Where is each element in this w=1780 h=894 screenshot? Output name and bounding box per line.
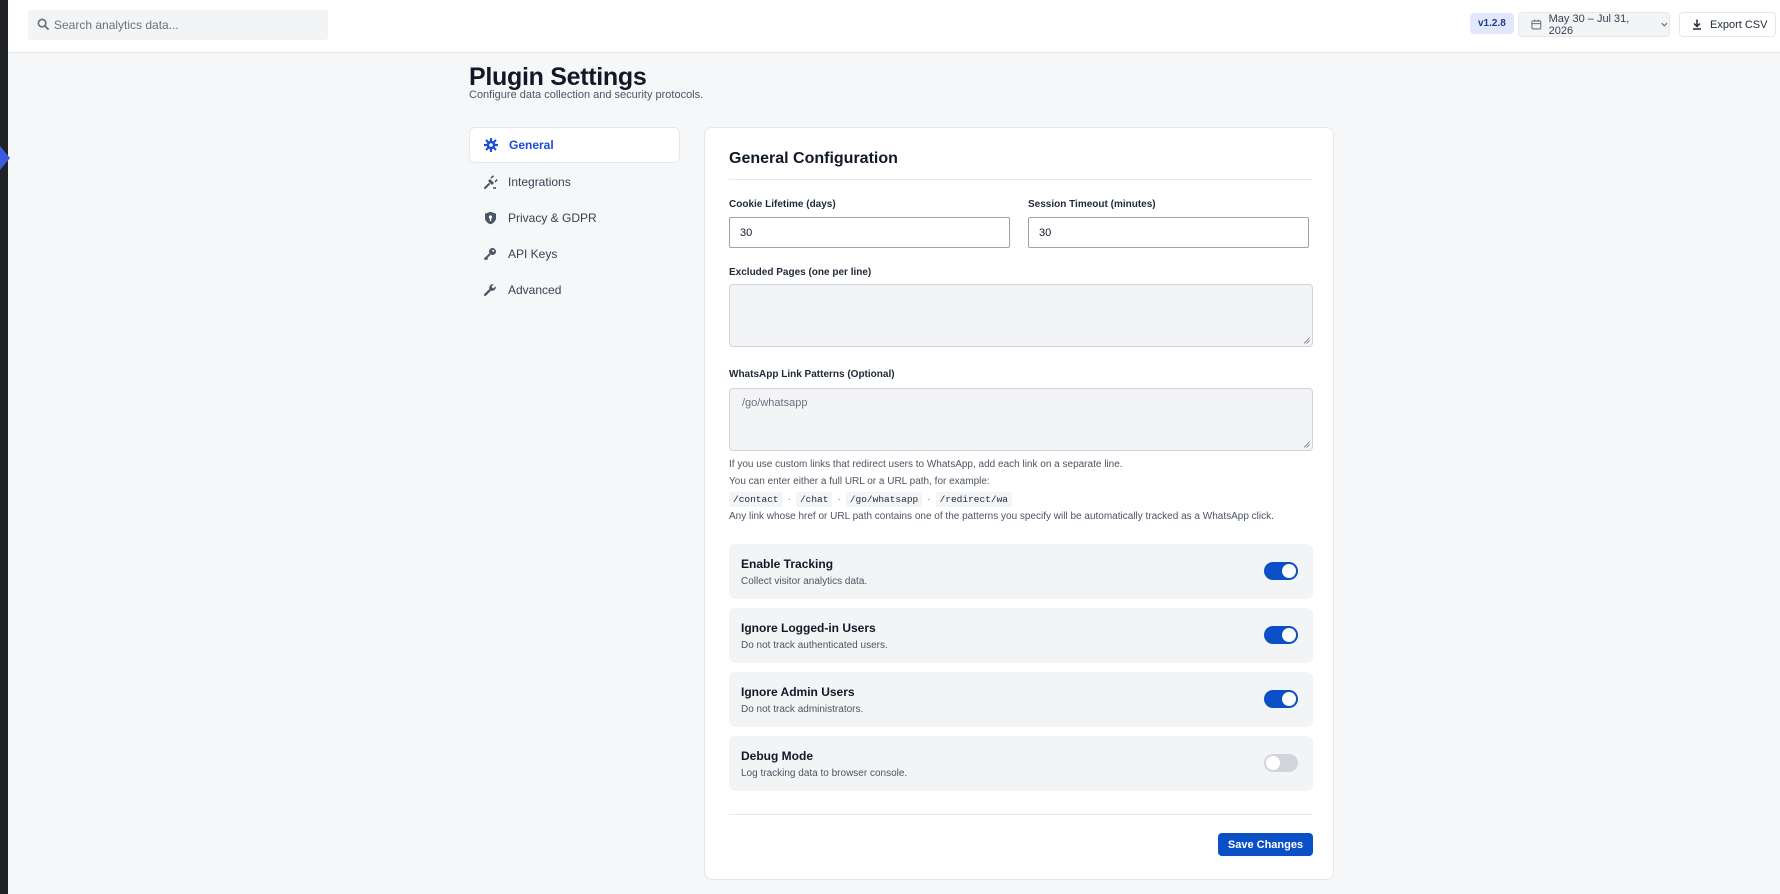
nav-item-advanced[interactable]: Advanced (469, 272, 680, 308)
export-csv-button[interactable]: Export CSV (1679, 12, 1776, 37)
enable-tracking-toggle[interactable] (1264, 562, 1298, 580)
download-icon (1693, 19, 1701, 30)
shield-icon (482, 210, 498, 226)
excluded-pages-label: Excluded Pages (one per line) (729, 267, 872, 278)
collapse-handle[interactable] (0, 146, 10, 170)
separator-dot: · (787, 494, 791, 505)
example-code: /redirect/wa (935, 492, 1012, 507)
help-text-line: You can enter either a full URL or a URL… (729, 476, 990, 487)
help-text-line: If you use custom links that redirect us… (729, 459, 1123, 470)
ignore-admin-toggle[interactable] (1264, 690, 1298, 708)
page-subtitle: Configure data collection and security p… (469, 89, 704, 101)
toggle-knob (1282, 692, 1296, 706)
cookie-lifetime-label: Cookie Lifetime (days) (729, 199, 836, 210)
nav-item-integrations[interactable]: Integrations (469, 164, 680, 200)
calendar-icon (1531, 19, 1542, 30)
example-code: /go/whatsapp (845, 492, 923, 507)
nav-item-label: Advanced (508, 283, 562, 297)
example-patterns: /contact · /chat · /go/whatsapp · /redir… (729, 492, 1012, 507)
chevron-down-icon (1661, 22, 1668, 27)
example-code: /chat (795, 492, 833, 507)
footer-divider (729, 814, 1313, 815)
toggle-title: Debug Mode (741, 749, 813, 763)
toggle-row-enable-tracking: Enable Tracking Collect visitor analytic… (729, 544, 1313, 599)
session-timeout-input[interactable] (1028, 217, 1309, 248)
toggle-knob (1282, 564, 1296, 578)
toggle-title: Enable Tracking (741, 557, 834, 571)
toggle-row-ignore-logged-in: Ignore Logged-in Users Do not track auth… (729, 608, 1313, 663)
toggle-knob (1282, 628, 1296, 642)
version-badge: v1.2.8 (1470, 13, 1514, 34)
title-divider (729, 179, 1313, 180)
separator-dot: · (837, 494, 841, 505)
nav-item-label: General (509, 138, 554, 152)
gear-icon (483, 137, 499, 153)
toggle-knob (1266, 756, 1280, 770)
page-title: Plugin Settings (469, 63, 647, 91)
export-csv-label: Export CSV (1710, 18, 1768, 31)
search-icon (37, 18, 50, 31)
search-input[interactable] (54, 10, 324, 40)
wrench-icon (482, 282, 498, 298)
settings-nav: General Integrations Privacy & GDPR API … (469, 127, 680, 308)
panel-title: General Configuration (729, 150, 898, 167)
search-box[interactable] (28, 10, 328, 40)
toggle-description: Collect visitor analytics data. (741, 576, 868, 587)
key-icon (482, 246, 498, 262)
save-changes-button[interactable]: Save Changes (1218, 833, 1313, 856)
general-configuration-panel: General Configuration Cookie Lifetime (d… (704, 127, 1334, 880)
cookie-lifetime-input[interactable] (729, 217, 1010, 248)
toggle-title: Ignore Admin Users (741, 685, 855, 699)
left-edge-bar (0, 0, 10, 894)
toggle-row-ignore-admin: Ignore Admin Users Do not track administ… (729, 672, 1313, 727)
toggle-description: Do not track authenticated users. (741, 640, 888, 651)
whatsapp-patterns-label: WhatsApp Link Patterns (Optional) (729, 369, 895, 380)
nav-item-label: Integrations (508, 175, 571, 189)
help-text-line: Any link whose href or URL path contains… (729, 511, 1274, 522)
whatsapp-patterns-textarea[interactable] (729, 388, 1313, 451)
nav-item-api-keys[interactable]: API Keys (469, 236, 680, 272)
resize-grip-icon[interactable] (1303, 441, 1310, 448)
toggle-description: Log tracking data to browser console. (741, 768, 908, 779)
date-range-button[interactable]: May 30 – Jul 31, 2026 (1518, 12, 1670, 37)
nav-item-privacy-gdpr[interactable]: Privacy & GDPR (469, 200, 680, 236)
nav-item-label: API Keys (508, 247, 558, 261)
resize-grip-icon[interactable] (1303, 337, 1310, 344)
nav-item-label: Privacy & GDPR (508, 211, 597, 225)
plug-icon (482, 174, 498, 190)
example-code: /contact (729, 492, 783, 507)
nav-item-general[interactable]: General (469, 127, 680, 163)
date-range-label: May 30 – Jul 31, 2026 (1548, 12, 1630, 37)
session-timeout-label: Session Timeout (minutes) (1028, 199, 1156, 210)
debug-mode-toggle[interactable] (1264, 754, 1298, 772)
toggle-description: Do not track administrators. (741, 704, 864, 715)
excluded-pages-textarea[interactable] (729, 284, 1313, 347)
ignore-logged-in-toggle[interactable] (1264, 626, 1298, 644)
top-bar: v1.2.8 May 30 – Jul 31, 2026 Export CSV (8, 0, 1780, 53)
separator-dot: · (927, 494, 931, 505)
toggle-title: Ignore Logged-in Users (741, 621, 876, 635)
toggle-row-debug-mode: Debug Mode Log tracking data to browser … (729, 736, 1313, 791)
